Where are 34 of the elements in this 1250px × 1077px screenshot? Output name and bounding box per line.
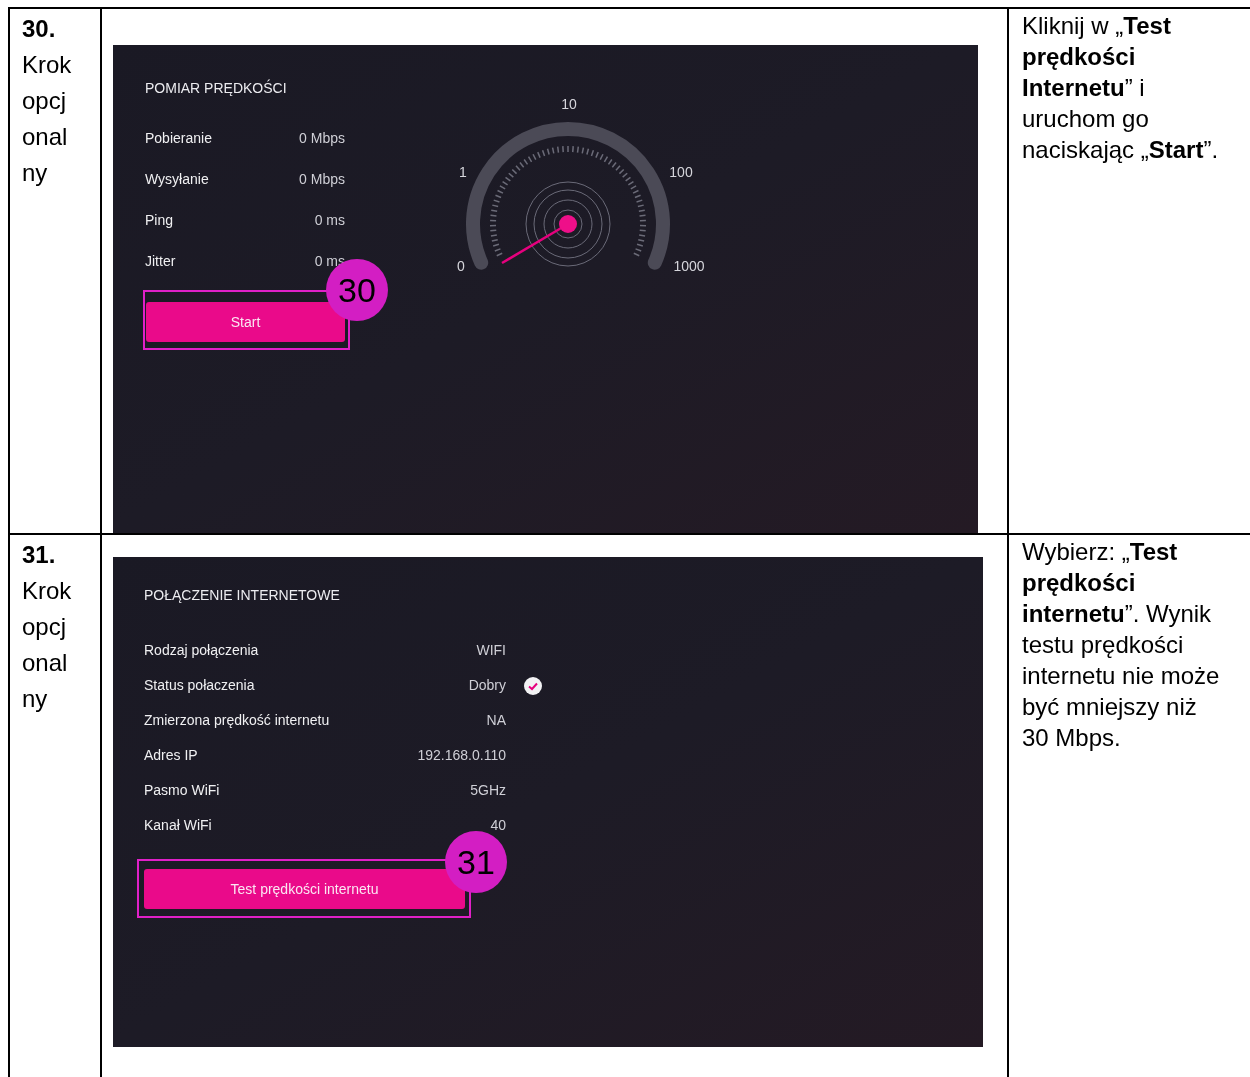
gauge-scale-label: 1 (459, 162, 467, 182)
row-label: Pobieranie (145, 129, 212, 148)
step-label: Krok opcjonalny (22, 50, 73, 188)
gauge-scale-label: 100 (669, 162, 693, 182)
row-value: 0 ms (314, 211, 345, 230)
row-value: 192.168.0.110 (417, 746, 506, 765)
row-label: Kanał WiFi (144, 816, 212, 835)
instruction-text: Kliknij w „Test prędkości Internetu” i uruchom go naciskając „Start”. (1022, 11, 1220, 165)
row-label: Ping (145, 211, 174, 230)
row-value: NA (486, 711, 506, 730)
row-label: Zmierzona prędkość internetu (144, 711, 330, 730)
row-label: Jitter (145, 252, 176, 271)
row-value: 0 Mbps (299, 170, 345, 189)
row-label: Wysyłanie (145, 170, 209, 189)
row-label: Adres IP (144, 746, 198, 765)
section-title: POMIAR PRĘDKOŚCI (145, 78, 288, 98)
step-number: 31. (22, 540, 57, 570)
row-value: Dobry (468, 676, 506, 695)
gauge-scale-label: 10 (561, 94, 577, 114)
row-label: Rodzaj połączenia (144, 641, 259, 660)
step-callout-badge: 31 (445, 831, 507, 893)
gauge-scale-label: 0 (457, 256, 465, 276)
row-value: 0 Mbps (299, 129, 345, 148)
row-label: Status połaczenia (144, 676, 255, 695)
step-label: Krok opcjonalny (22, 576, 73, 714)
step-number: 30. (22, 14, 57, 44)
row-label: Pasmo WiFi (144, 781, 220, 800)
row-value: 5GHz (470, 781, 506, 800)
instruction-text: Wybierz: „Test prędkości internetu”. Wynik testu prędkości internetu nie może być mniejszy niż 30 Mbps. (1022, 537, 1221, 753)
start-button[interactable]: Start (146, 302, 345, 342)
section-title: POŁĄCZENIE INTERNETOWE (144, 586, 341, 605)
row-value: WIFI (476, 641, 506, 660)
check-circle-icon (524, 676, 542, 695)
gauge-scale-label: 1000 (673, 256, 705, 276)
